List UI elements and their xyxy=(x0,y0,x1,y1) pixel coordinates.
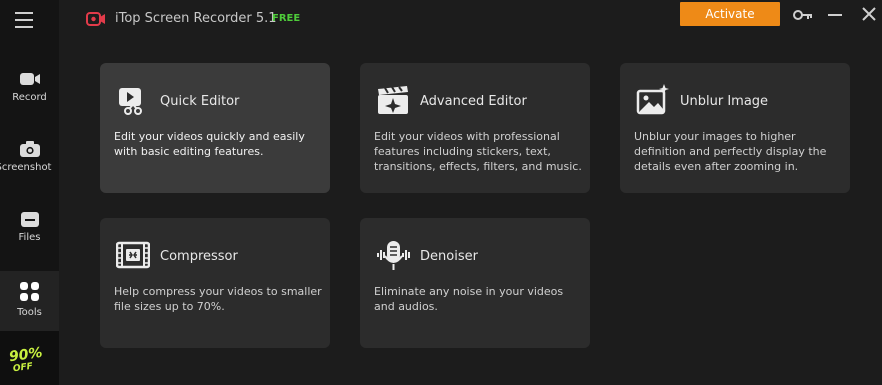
menu-icon[interactable] xyxy=(15,12,33,28)
title-bar: iTop Screen Recorder 5.1 FREE Activate xyxy=(59,0,882,40)
folder-icon xyxy=(20,212,39,227)
tool-description: Help compress your videos to smaller fil… xyxy=(114,285,322,313)
sidebar-item-screenshot[interactable]: Screenshot xyxy=(0,140,59,200)
tool-description: Eliminate any noise in your videos and a… xyxy=(374,285,564,313)
activate-button[interactable]: Activate xyxy=(680,2,780,26)
grid-icon xyxy=(19,282,39,301)
quick-editor-icon xyxy=(119,88,142,115)
tool-card-compressor[interactable]: Compressor Help compress your videos to … xyxy=(100,218,330,348)
denoise-mic-icon xyxy=(377,241,410,270)
tool-card-advanced-editor[interactable]: Advanced Editor Edit your videos with pr… xyxy=(360,63,590,193)
tool-description: Unblur your images to higher definition … xyxy=(634,130,827,173)
promo-off: OFF xyxy=(12,361,34,375)
sidebar-item-tools[interactable]: Tools xyxy=(0,271,59,331)
tool-description: Edit your videos with professional featu… xyxy=(374,130,582,173)
discount-promo[interactable]: 90% OFF xyxy=(0,331,59,385)
sidebar-item-label: Tools xyxy=(17,307,42,318)
tool-card-unblur-image[interactable]: Unblur Image Unblur your images to highe… xyxy=(620,63,850,193)
minimize-icon[interactable] xyxy=(828,13,842,17)
app-title: iTop Screen Recorder 5.1 xyxy=(115,11,277,26)
sidebar: Record Screenshot Files Tools 90% OFF xyxy=(0,0,59,385)
sidebar-item-label: Files xyxy=(18,232,41,243)
sidebar-item-files[interactable]: Files xyxy=(0,210,59,270)
app-logo-icon xyxy=(86,12,105,26)
sidebar-item-record[interactable]: Record xyxy=(0,70,59,130)
tool-card-denoiser[interactable]: Denoiser Eliminate any noise in your vid… xyxy=(360,218,590,348)
tool-title: Denoiser xyxy=(420,249,478,264)
image-sparkle-icon xyxy=(636,84,669,115)
tool-title: Quick Editor xyxy=(160,94,240,109)
clapperboard-icon xyxy=(378,86,408,114)
sidebar-item-label: Record xyxy=(12,92,47,103)
tool-title: Advanced Editor xyxy=(420,94,527,109)
camera-icon xyxy=(19,141,40,157)
tool-description: Edit your videos quickly and easily with… xyxy=(114,130,305,158)
main-panel: iTop Screen Recorder 5.1 FREE Activate Q… xyxy=(59,0,882,385)
tool-title: Compressor xyxy=(160,249,238,264)
film-compress-icon xyxy=(116,241,150,269)
video-camera-icon xyxy=(19,73,40,85)
key-icon[interactable] xyxy=(793,9,813,21)
free-badge: FREE xyxy=(272,13,301,24)
sidebar-item-label: Screenshot xyxy=(0,162,52,173)
tool-card-quick-editor[interactable]: Quick Editor Edit your videos quickly an… xyxy=(100,63,330,193)
tool-title: Unblur Image xyxy=(680,94,769,109)
close-icon[interactable] xyxy=(862,7,876,21)
